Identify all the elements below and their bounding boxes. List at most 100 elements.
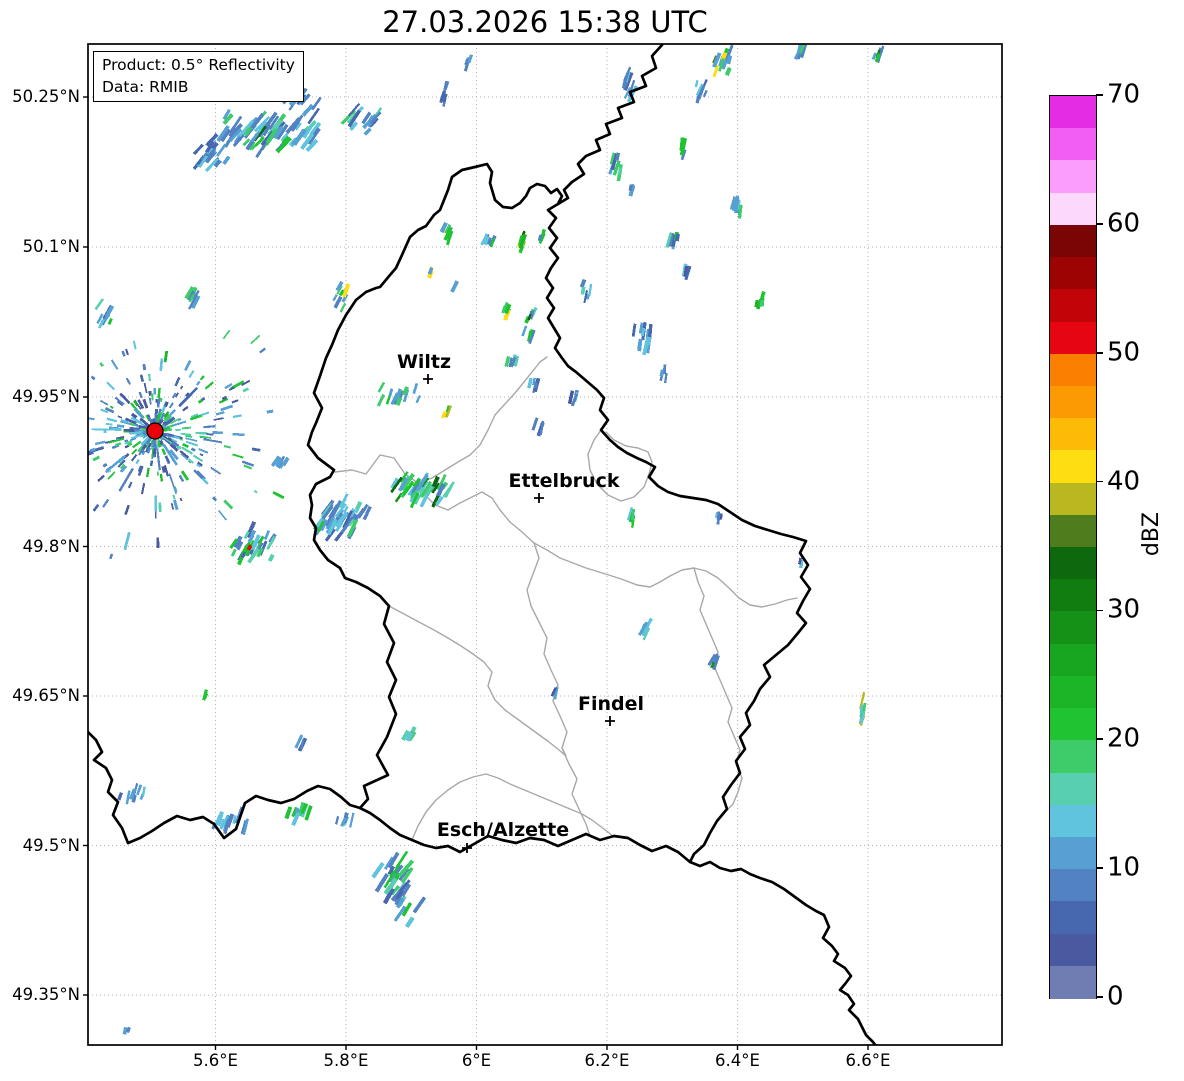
radar-echo bbox=[123, 429, 130, 432]
radar-echo bbox=[724, 66, 732, 77]
radar-echo bbox=[199, 375, 205, 381]
colorbar-segment bbox=[1050, 579, 1096, 613]
colorbar-tick bbox=[1096, 867, 1103, 869]
regional-border bbox=[334, 356, 548, 484]
product-line: Product: 0.5° Reflectivity bbox=[102, 56, 295, 74]
radar-echo bbox=[94, 440, 106, 446]
radar-echo bbox=[107, 471, 116, 480]
radar-echo bbox=[146, 467, 150, 478]
colorbar-segment bbox=[1050, 289, 1096, 323]
radar-echo bbox=[199, 435, 212, 439]
regional-borders-layer bbox=[334, 356, 798, 841]
colorbar-segment bbox=[1050, 869, 1096, 902]
radar-echo bbox=[215, 411, 225, 416]
radar-echo bbox=[135, 458, 140, 465]
colorbar-segment bbox=[1050, 965, 1096, 999]
radar-echo bbox=[76, 433, 86, 436]
radar-echo bbox=[521, 325, 528, 337]
radar-echo bbox=[659, 369, 665, 377]
radar-echo bbox=[179, 497, 183, 502]
radar-echo bbox=[232, 453, 244, 459]
radar-echo bbox=[90, 375, 96, 381]
radar-echo bbox=[184, 360, 192, 371]
colorbar-tick bbox=[1096, 738, 1103, 741]
radar-echo bbox=[131, 448, 138, 455]
colorbar-tick bbox=[1096, 223, 1103, 225]
radar-echo bbox=[107, 318, 113, 325]
radar-echo bbox=[158, 502, 162, 513]
radar-echo bbox=[106, 417, 118, 423]
radar-echo bbox=[148, 373, 151, 382]
radar-echo bbox=[134, 428, 139, 432]
radar-echo bbox=[663, 372, 668, 384]
y-tick-label: 49.35°N bbox=[12, 985, 80, 1005]
plot-border bbox=[87, 43, 1003, 1046]
radar-echo bbox=[220, 404, 233, 412]
colorbar-segment bbox=[1050, 836, 1096, 870]
radar-echo bbox=[311, 96, 322, 111]
radar-echo bbox=[143, 382, 148, 394]
radar-echo bbox=[110, 359, 119, 370]
radar-echo bbox=[527, 377, 533, 389]
radar-echo bbox=[371, 861, 385, 879]
colorbar-segment bbox=[1050, 514, 1096, 548]
radar-echo bbox=[204, 381, 214, 390]
radar-echo bbox=[266, 409, 274, 414]
national-border bbox=[556, 44, 664, 206]
radar-echo bbox=[151, 393, 154, 401]
radar-echo bbox=[42, 458, 50, 462]
radar-echo bbox=[155, 409, 158, 414]
y-tick-label: 50.25°N bbox=[12, 87, 80, 107]
radar-echo bbox=[251, 447, 261, 452]
city-label: Ettelbruck bbox=[508, 470, 620, 492]
city-label: Esch/Alzette bbox=[436, 819, 570, 841]
radar-echo bbox=[117, 415, 123, 419]
radar-echo bbox=[415, 394, 422, 404]
radar-echo bbox=[156, 537, 160, 549]
y-tick-label: 50.1°N bbox=[22, 237, 80, 257]
radar-echo bbox=[130, 454, 138, 462]
radar-echo bbox=[170, 502, 175, 510]
radar-echo bbox=[110, 427, 122, 432]
radar-echo bbox=[109, 553, 114, 560]
marker-layer bbox=[146, 374, 615, 853]
radar-echo bbox=[156, 471, 159, 476]
radar-echo bbox=[253, 489, 258, 494]
radar-echo bbox=[155, 399, 158, 403]
radar-echo bbox=[48, 472, 52, 475]
colorbar-segment bbox=[1050, 96, 1096, 129]
radar-echo bbox=[404, 916, 415, 929]
radar-echo bbox=[349, 812, 355, 828]
radar-echo bbox=[195, 431, 208, 435]
radar-echo bbox=[121, 350, 126, 357]
radar-echo bbox=[155, 446, 161, 471]
radar-echo bbox=[154, 414, 157, 418]
y-tick-label: 49.95°N bbox=[12, 387, 80, 407]
radar-echo bbox=[179, 385, 184, 390]
colorbar-tick-label: 40 bbox=[1107, 465, 1141, 496]
colorbar-segment bbox=[1050, 418, 1096, 451]
radar-echo bbox=[94, 298, 105, 311]
radar-echo bbox=[412, 896, 427, 914]
radar-echo bbox=[88, 416, 95, 421]
colorbar-segment bbox=[1050, 772, 1096, 806]
radar-echo bbox=[232, 414, 242, 419]
product-info-box: Product: 0.5° Reflectivity Data: RMIB bbox=[93, 51, 304, 102]
radar-echo bbox=[123, 531, 131, 551]
radar-echo bbox=[164, 455, 171, 465]
city-label: Findel bbox=[577, 693, 645, 715]
y-tick-label: 49.8°N bbox=[22, 536, 80, 556]
national-border bbox=[306, 162, 812, 864]
radar-echo bbox=[588, 283, 593, 296]
radar-echo bbox=[102, 462, 108, 468]
x-tick-label: 5.6°E bbox=[193, 1051, 238, 1070]
radar-echo bbox=[637, 338, 643, 352]
radar-echo bbox=[580, 286, 586, 295]
radar-echo bbox=[175, 428, 181, 431]
radar-echo bbox=[102, 498, 110, 508]
radar-echo bbox=[694, 80, 699, 88]
colorbar-segment bbox=[1050, 321, 1096, 355]
radar-echo bbox=[217, 509, 228, 521]
radar-echo bbox=[132, 340, 137, 350]
radar-echo bbox=[178, 386, 199, 408]
